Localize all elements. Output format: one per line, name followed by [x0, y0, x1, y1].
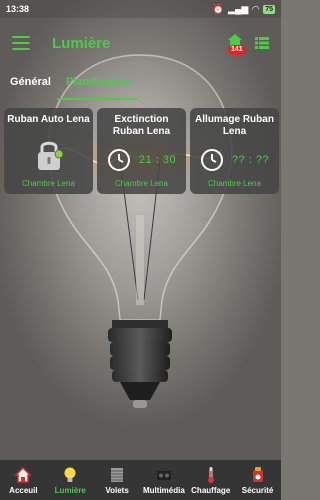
nav-label: Acceuil: [9, 486, 38, 495]
menu-icon[interactable]: [12, 36, 30, 50]
bottom-navigation: Acceuil Lumière Volets Multimédia Chauff…: [0, 460, 281, 500]
home-icon: [14, 466, 33, 483]
nav-label: Sécurité: [241, 486, 274, 495]
nav-label: Lumière: [54, 486, 86, 495]
nav-item-multimedia[interactable]: Multimédia: [140, 460, 187, 500]
scenario-card-extinction[interactable]: Exctinction Ruban Lena 21 : 30 Chambre L…: [97, 108, 186, 194]
card-room: Chambre Lena: [208, 179, 261, 188]
nav-item-lumiere[interactable]: Lumière: [47, 460, 94, 500]
scenario-card-allumage[interactable]: Allumage Ruban Lena ?? : ?? Chambre Lena: [190, 108, 279, 194]
active-tab-indicator: [57, 98, 137, 100]
nav-label: Multimédia: [143, 486, 185, 495]
card-title: Allumage Ruban Lena: [195, 114, 274, 137]
shutter-icon: [111, 468, 124, 482]
card-room: Chambre Lena: [115, 179, 168, 188]
status-time: 13:38: [6, 4, 30, 14]
nav-item-acceuil[interactable]: Acceuil: [0, 460, 47, 500]
card-title: Ruban Auto Lena: [7, 114, 90, 125]
security-icon: [252, 467, 263, 482]
alarm-icon: ⏰: [212, 3, 225, 14]
nav-item-volets[interactable]: Volets: [94, 460, 141, 500]
card-room: Chambre Lena: [22, 179, 75, 188]
media-icon: [156, 471, 171, 480]
home-notification-button[interactable]: 141: [225, 33, 246, 55]
status-bar: 13:38 ⏰ ▂▄▆ ◠ 75: [0, 0, 281, 18]
thermometer-icon: [207, 467, 214, 483]
nav-item-chauffage[interactable]: Chauffage: [187, 460, 234, 500]
nav-label: Chauffage: [191, 486, 231, 495]
notification-badge: 141: [228, 45, 246, 55]
signal-icon: ▂▄▆: [228, 3, 249, 14]
nav-label: Volets: [105, 486, 129, 495]
scenario-card-ruban-auto[interactable]: Ruban Auto Lena Chambre Lena: [4, 108, 93, 194]
tab-general[interactable]: Général: [10, 76, 51, 88]
app-bar: Lumière 141: [0, 18, 281, 68]
page-title: Lumière: [52, 34, 111, 52]
card-title: Exctinction Ruban Lena: [112, 114, 171, 137]
card-time: 21 : 30: [138, 154, 177, 166]
wifi-icon: ◠: [252, 3, 260, 14]
battery-icon: 75: [263, 4, 275, 14]
tab-planification[interactable]: Planification: [66, 76, 131, 88]
bulb-icon: [64, 467, 76, 482]
lock-icon: [38, 141, 64, 170]
tab-bar: Général Planification: [0, 70, 281, 100]
card-time: ?? : ??: [231, 154, 270, 166]
list-view-icon[interactable]: [255, 37, 269, 49]
clock-icon: [201, 149, 223, 171]
nav-item-securite[interactable]: Sécurité: [234, 460, 281, 500]
status-icons: ⏰ ▂▄▆ ◠ 75: [213, 4, 275, 15]
clock-icon: [108, 149, 130, 171]
